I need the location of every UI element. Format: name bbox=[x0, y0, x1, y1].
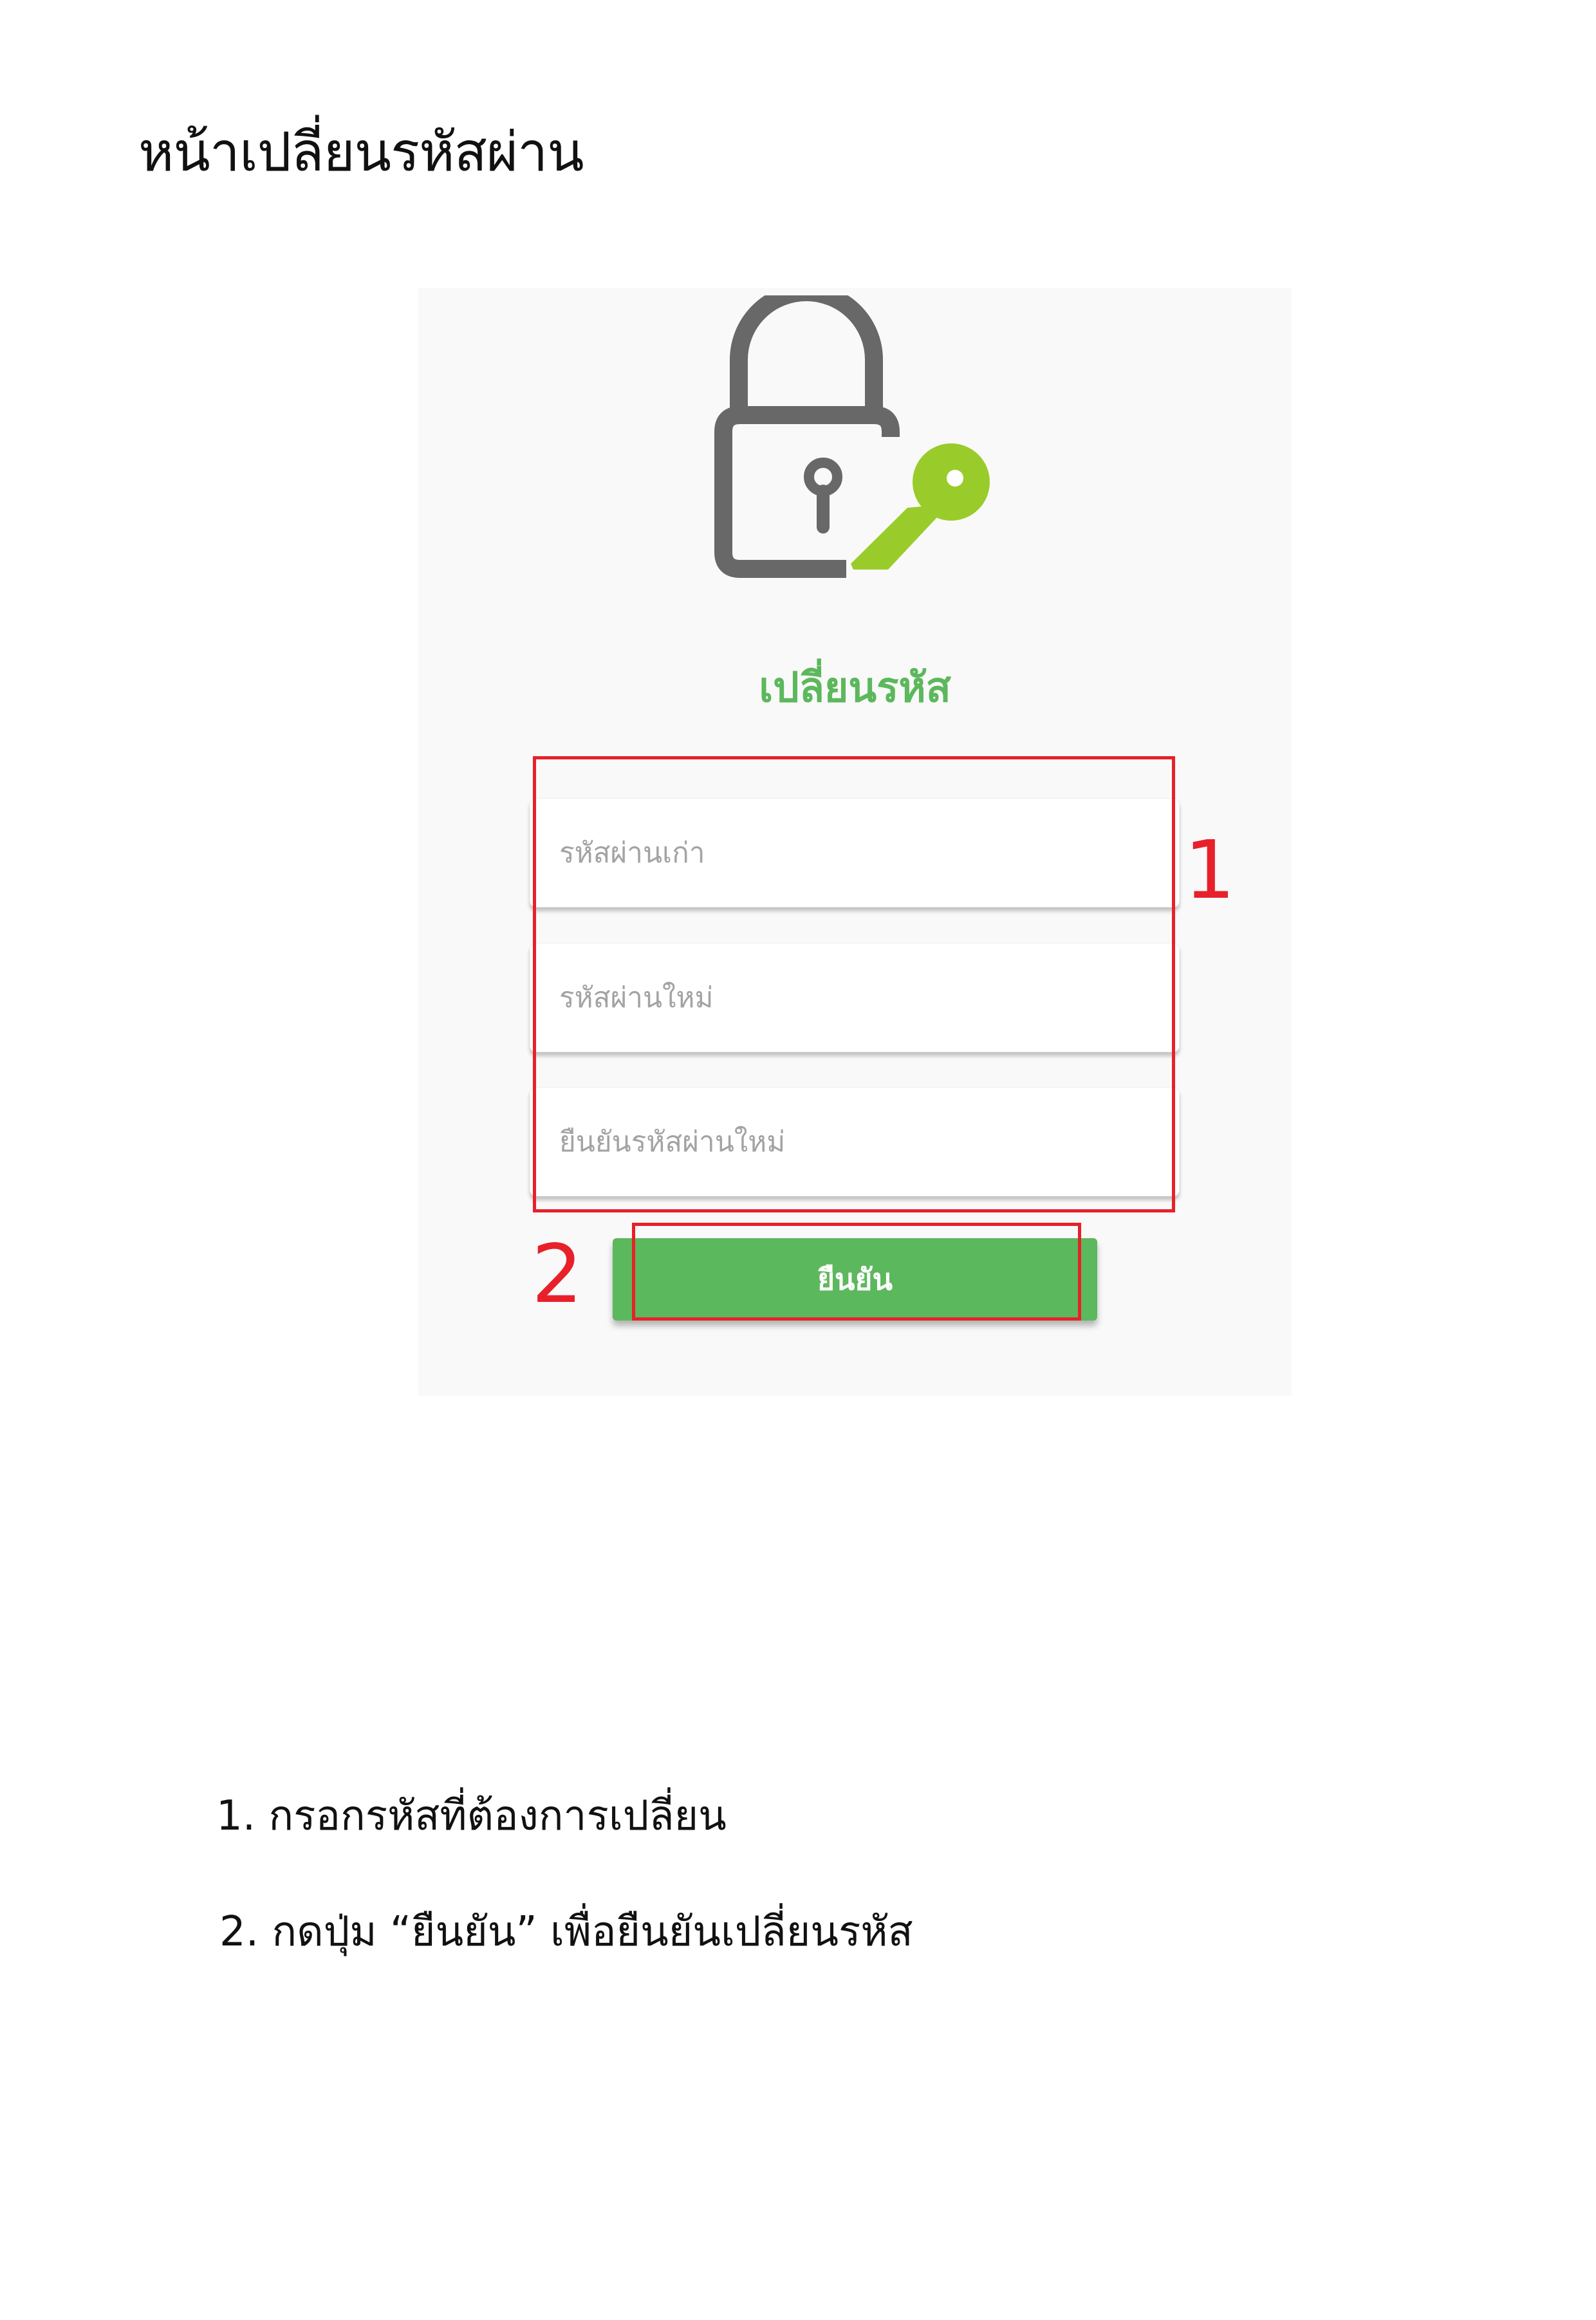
instruction-step-2: 2. กดปุ่ม “ยืนยัน” เพื่อยืนยันเปลี่ยนรหั… bbox=[219, 1908, 913, 1956]
annotation-number-1: 1 bbox=[1184, 824, 1236, 917]
page-title: หน้าเปลี่ยนรหัสผ่าน bbox=[138, 120, 584, 183]
annotation-box-button bbox=[632, 1223, 1081, 1321]
lock-with-key-icon bbox=[714, 295, 990, 578]
annotation-number-2: 2 bbox=[532, 1228, 583, 1321]
annotation-box-fields bbox=[533, 756, 1175, 1212]
instruction-step-1: 1. กรอกรหัสที่ต้องการเปลี่ยน bbox=[216, 1792, 727, 1840]
key-shaft bbox=[851, 505, 936, 570]
lock-body bbox=[714, 406, 900, 578]
form-title: เปลี่ยนรหัส bbox=[759, 664, 951, 712]
lock-shackle bbox=[730, 295, 883, 414]
